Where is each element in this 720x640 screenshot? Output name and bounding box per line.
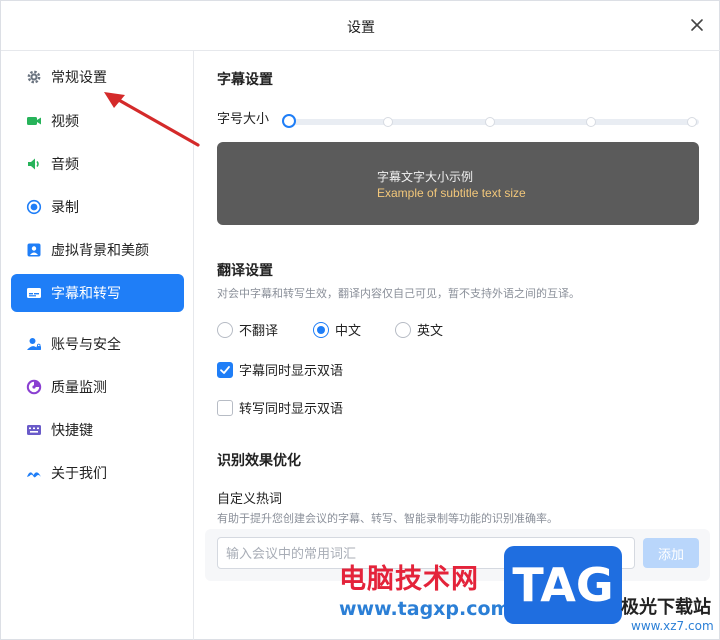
sidebar-item-record[interactable]: 录制 — [11, 188, 184, 226]
slider-handle[interactable] — [282, 114, 296, 128]
watermark-url: www.tagxp.com — [339, 598, 511, 620]
sidebar-item-quality[interactable]: 质量监测 — [11, 368, 184, 406]
window-title: 设置 — [347, 19, 375, 35]
close-icon[interactable] — [687, 15, 707, 35]
font-size-slider[interactable] — [282, 114, 699, 130]
sidebar-item-about[interactable]: 关于我们 — [11, 454, 184, 492]
preview-text-zh: 字幕文字大小示例 — [377, 170, 474, 184]
sidebar-item-label: 关于我们 — [51, 465, 107, 481]
annotation-arrow — [104, 92, 200, 147]
record-icon — [26, 199, 42, 215]
sidebar-item-label: 音频 — [51, 156, 79, 172]
sidebar-item-account-security[interactable]: 账号与安全 — [11, 325, 184, 363]
watermark-url-2: www.xz7.com — [631, 619, 714, 633]
keyboard-icon — [26, 422, 42, 438]
account-lock-icon — [26, 336, 42, 352]
sidebar-item-label: 字幕和转写 — [51, 285, 121, 301]
person-portrait-icon — [26, 242, 42, 258]
radio-circle-selected[interactable] — [313, 321, 329, 338]
bilingual-transcript-checkbox[interactable]: 转写同时显示双语 — [217, 398, 343, 417]
radio-label: 中文 — [335, 323, 362, 338]
hotwords-description: 有助于提升您创建会议的字幕、转写、智能录制等功能的识别准确率。 — [217, 513, 558, 525]
watermark-site-name-2: 极光下载站 — [621, 597, 711, 618]
radio-circle[interactable] — [395, 321, 411, 338]
watermark-site-name: 电脑技术网 — [339, 564, 479, 595]
radio-english[interactable]: 英文 — [395, 320, 443, 339]
sidebar-item-label: 虚拟背景和美颜 — [51, 242, 149, 258]
bilingual-subtitle-checkbox[interactable]: 字幕同时显示双语 — [217, 360, 343, 379]
translation-description: 对会中字幕和转写生效，翻译内容仅自己可见，暂不支持外语之间的互译。 — [217, 288, 580, 300]
video-camera-icon — [26, 113, 42, 129]
quality-gauge-icon — [26, 379, 42, 395]
slider-step[interactable] — [687, 117, 697, 127]
checkbox-checked[interactable] — [217, 361, 233, 378]
title-bar: 设置 — [1, 1, 720, 51]
subtitle-icon — [26, 285, 42, 301]
sidebar-item-label: 视频 — [51, 113, 79, 129]
sidebar-item-shortcuts[interactable]: 快捷键 — [11, 411, 184, 449]
subtitle-settings-title: 字幕设置 — [217, 71, 273, 87]
slider-step[interactable] — [485, 117, 495, 127]
checkbox-label: 字幕同时显示双语 — [239, 363, 344, 378]
subtitle-preview: 字幕文字大小示例 Example of subtitle text size — [217, 142, 699, 225]
gear-icon — [26, 69, 42, 85]
hotwords-label: 自定义热词 — [217, 491, 283, 506]
checkmark-icon — [220, 365, 230, 374]
recognition-optimization-title: 识别效果优化 — [217, 452, 301, 468]
font-size-label: 字号大小 — [217, 111, 270, 126]
slider-step[interactable] — [383, 117, 393, 127]
checkbox-unchecked[interactable] — [217, 399, 233, 416]
sidebar-item-label: 账号与安全 — [51, 336, 121, 352]
checkbox-label: 转写同时显示双语 — [239, 401, 344, 416]
translation-settings-title: 翻译设置 — [217, 262, 273, 278]
radio-label: 不翻译 — [239, 323, 279, 338]
brand-logo-icon — [26, 465, 42, 481]
watermark-tag-logo: TAG — [504, 546, 622, 624]
add-hotword-button[interactable]: 添加 — [643, 538, 699, 568]
sidebar-item-virtual-background[interactable]: 虚拟背景和美颜 — [11, 231, 184, 269]
radio-circle[interactable] — [217, 321, 233, 338]
sidebar-item-label: 快捷键 — [51, 422, 93, 438]
sidebar-item-label: 质量监测 — [51, 379, 107, 395]
preview-text-en: Example of subtitle text size — [377, 186, 526, 200]
subtitle-settings-panel: 字幕设置 字号大小 字幕文字大小示例 Example of subtitle t… — [195, 51, 720, 640]
radio-chinese[interactable]: 中文 — [313, 320, 361, 339]
radio-no-translation[interactable]: 不翻译 — [217, 320, 278, 339]
sidebar-item-label: 录制 — [51, 199, 79, 215]
slider-step[interactable] — [586, 117, 596, 127]
sidebar-item-label: 常规设置 — [51, 69, 107, 85]
radio-label: 英文 — [417, 323, 444, 338]
speaker-icon — [26, 156, 42, 172]
sidebar-item-subtitles[interactable]: 字幕和转写 — [11, 274, 184, 312]
settings-window: 设置 常规设置 视频 音频 录制 虚拟背景和美颜 字幕和转写 账号与安全 质量监… — [0, 0, 720, 640]
